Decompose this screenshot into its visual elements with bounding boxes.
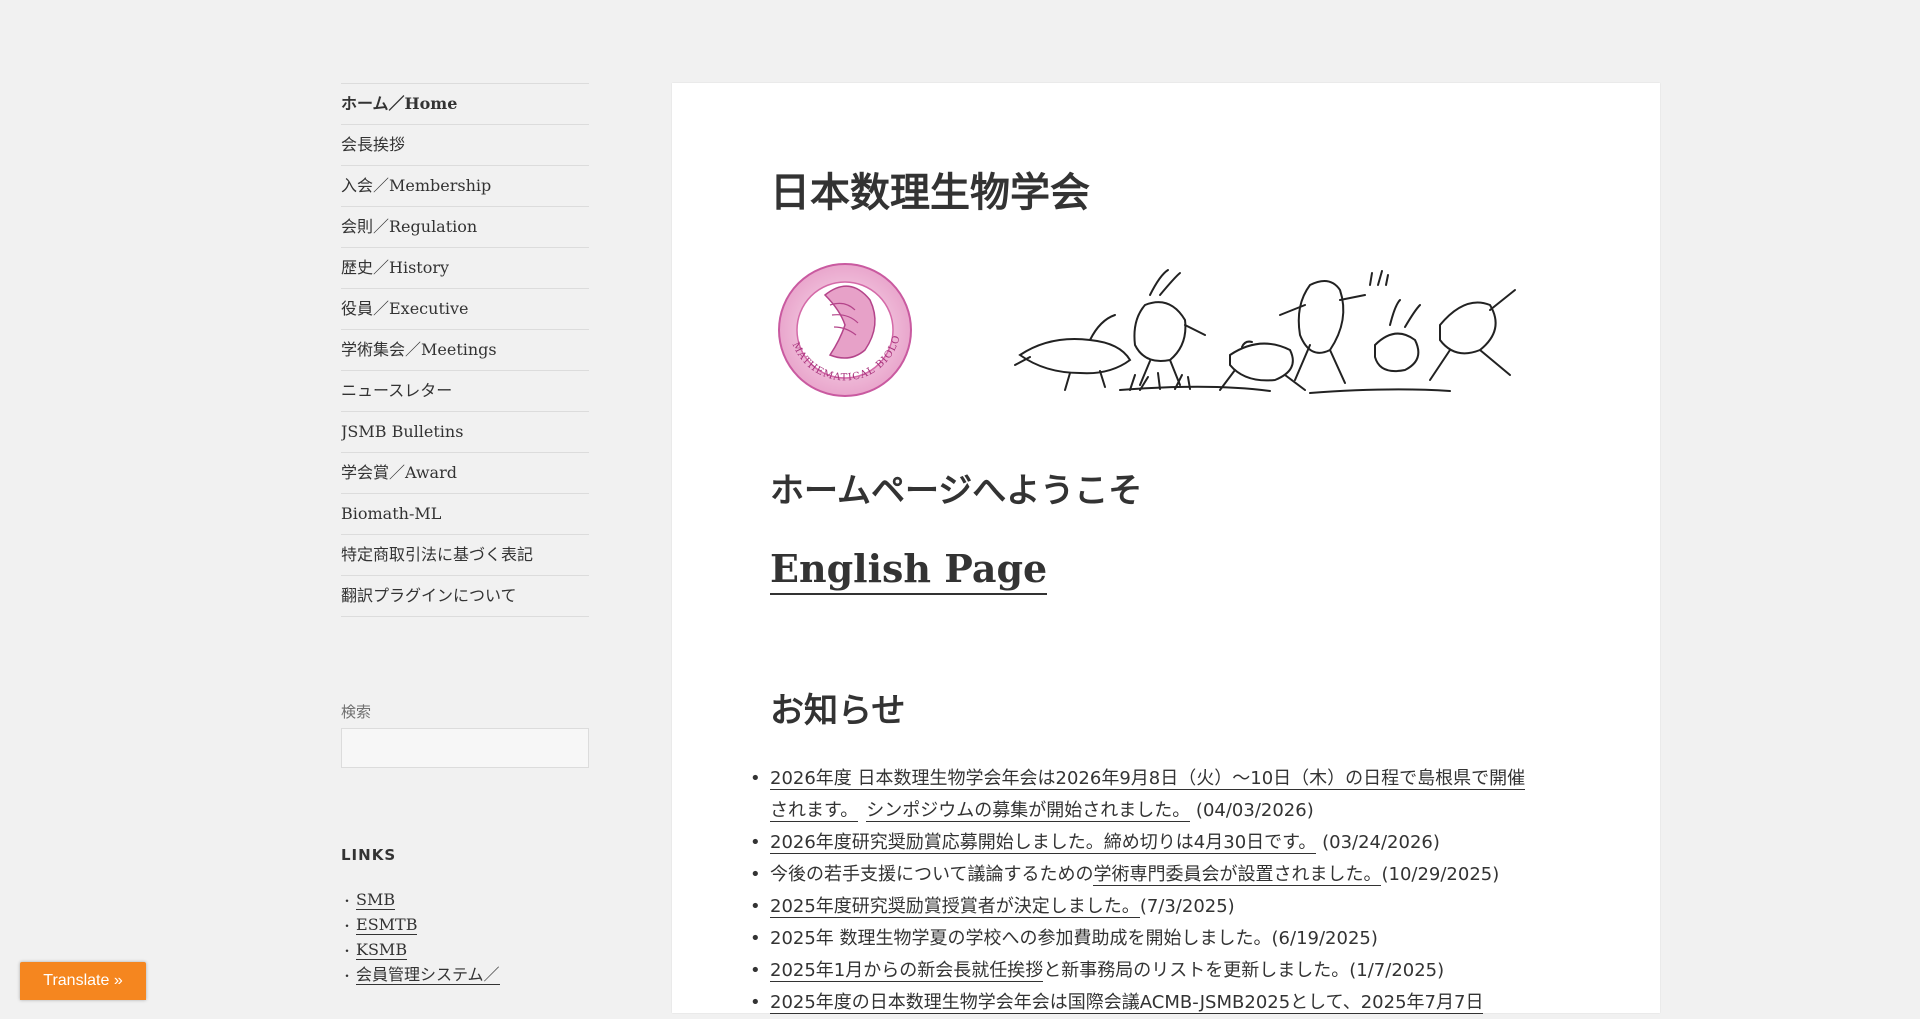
list-item: ・ ESMTB [341, 913, 589, 938]
site-title: 日本数理生物学会 [770, 170, 1090, 216]
links-title: LINKS [341, 846, 397, 864]
list-item: 2026年度研究奨励賞応募開始しました。締め切りは4月30日です。 (03/24… [750, 827, 1570, 859]
search-input[interactable] [341, 728, 589, 768]
list-item: 2025年度の日本数理生物学会年会は国際会議ACMB-JSMB2025として、2… [750, 987, 1570, 1019]
news-list: 2026年度 日本数理生物学会年会は2026年9月8日（火）〜10日（木）の日程… [750, 763, 1570, 1019]
society-logo-seal: MATHEMATICAL BIOLOGY [770, 255, 912, 397]
links-list: ・ SMB ・ ESMTB ・ KSMB ・会員管理システム／ [341, 888, 589, 988]
chojugiga-illustration [1014, 269, 1516, 394]
nav-item-regulation[interactable]: 会則／Regulation [341, 207, 589, 248]
nav-item-translation-plugin[interactable]: 翻訳プラグインについて [341, 576, 589, 617]
nav-item-biomath-ml[interactable]: Biomath-ML [341, 494, 589, 535]
news-link[interactable]: 2025年度研究奨励賞授賞者が決定しました。 [770, 896, 1140, 918]
news-text: 今後の若手支援について議論するための [770, 864, 1094, 885]
nav-item-bulletins[interactable]: JSMB Bulletins [341, 412, 589, 453]
list-item: 2025年 数理生物学夏の学校への参加費助成を開始しました。(6/19/2025… [750, 923, 1570, 955]
news-date: (03/24/2026) [1316, 832, 1440, 853]
news-link[interactable]: シンポジウムの募集が開始されました。 [866, 800, 1191, 822]
welcome-heading: ホームページへようこそ [770, 471, 1143, 511]
list-item: 2025年1月からの新会長就任挨拶と新事務局のリストを更新しました。(1/7/2… [750, 955, 1570, 987]
main-content: 日本数理生物学会 MATHEMATICAL BIOLOGY [672, 83, 1660, 1019]
nav-item-membership[interactable]: 入会／Membership [341, 166, 589, 207]
news-date: (04/03/2026) [1190, 800, 1314, 821]
nav-item-greeting[interactable]: 会長挨拶 [341, 125, 589, 166]
sidebar: ホーム／Home 会長挨拶 入会／Membership 会則／Regulatio… [341, 83, 589, 985]
nav-item-history[interactable]: 歴史／History [341, 248, 589, 289]
nav-item-commerce-notice[interactable]: 特定商取引法に基づく表記 [341, 535, 589, 576]
news-heading: お知らせ [770, 691, 906, 731]
links-widget: LINKS ・ SMB ・ ESMTB ・ KSMB ・会員管理システム／ [341, 846, 589, 988]
bullet-icon: ・ [341, 894, 354, 908]
news-link[interactable]: 学術専門委員会が設置されました。 [1093, 864, 1382, 886]
list-item: ・ KSMB [341, 938, 589, 963]
news-link[interactable]: 2025年1月からの新会長就任挨拶 [770, 960, 1044, 982]
search-widget: 検索 [341, 701, 589, 768]
bullet-icon: ・ [341, 944, 354, 958]
hero-images: MATHEMATICAL BIOLOGY [770, 255, 1530, 405]
list-item: 2025年度研究奨励賞授賞者が決定しました。(7/3/2025) [750, 891, 1570, 923]
link-member-system[interactable]: 会員管理システム／ [356, 965, 500, 985]
link-ksmb[interactable]: KSMB [356, 940, 408, 960]
list-item: ・会員管理システム／ [341, 963, 589, 988]
nav-item-newsletter[interactable]: ニュースレター [341, 371, 589, 412]
bullet-icon: ・ [341, 969, 354, 983]
translate-button[interactable]: Translate » [20, 962, 146, 1000]
nav-item-meetings[interactable]: 学術集会／Meetings [341, 330, 589, 371]
list-item: 今後の若手支援について議論するための学術専門委員会が設置されました。(10/29… [750, 859, 1570, 891]
news-link[interactable]: 2025年度の日本数理生物学会年会は国際会議ACMB-JSMB2025として、2… [770, 992, 1484, 1014]
english-page-link[interactable]: English Page [770, 545, 1048, 595]
nav-item-executive[interactable]: 役員／Executive [341, 289, 589, 330]
news-text: 2025年 数理生物学夏の学校への参加費助成を開始しました。(6/19/2025… [770, 928, 1378, 949]
link-smb[interactable]: SMB [356, 890, 396, 910]
nav-item-award[interactable]: 学会賞／Award [341, 453, 589, 494]
news-link[interactable]: 2026年度 日本数理生物学会年会は2026年9月8日（火）〜10日（木）の日程… [770, 768, 1526, 790]
main-navigation: ホーム／Home 会長挨拶 入会／Membership 会則／Regulatio… [341, 83, 589, 617]
news-link[interactable]: されます。 [770, 800, 859, 822]
bullet-icon: ・ [341, 919, 354, 933]
link-esmtb[interactable]: ESMTB [356, 915, 418, 935]
news-date: (7/3/2025) [1139, 896, 1235, 917]
search-label: 検索 [341, 703, 372, 721]
list-item: 2026年度 日本数理生物学会年会は2026年9月8日（火）〜10日（木）の日程… [750, 763, 1570, 827]
news-link[interactable]: 2026年度研究奨励賞応募開始しました。締め切りは4月30日です。 [770, 832, 1317, 854]
news-text: と新事務局のリストを更新しました。(1/7/2025) [1043, 960, 1445, 981]
nav-item-home[interactable]: ホーム／Home [341, 84, 589, 125]
list-item: ・ SMB [341, 888, 589, 913]
news-date: (10/29/2025) [1381, 864, 1500, 885]
